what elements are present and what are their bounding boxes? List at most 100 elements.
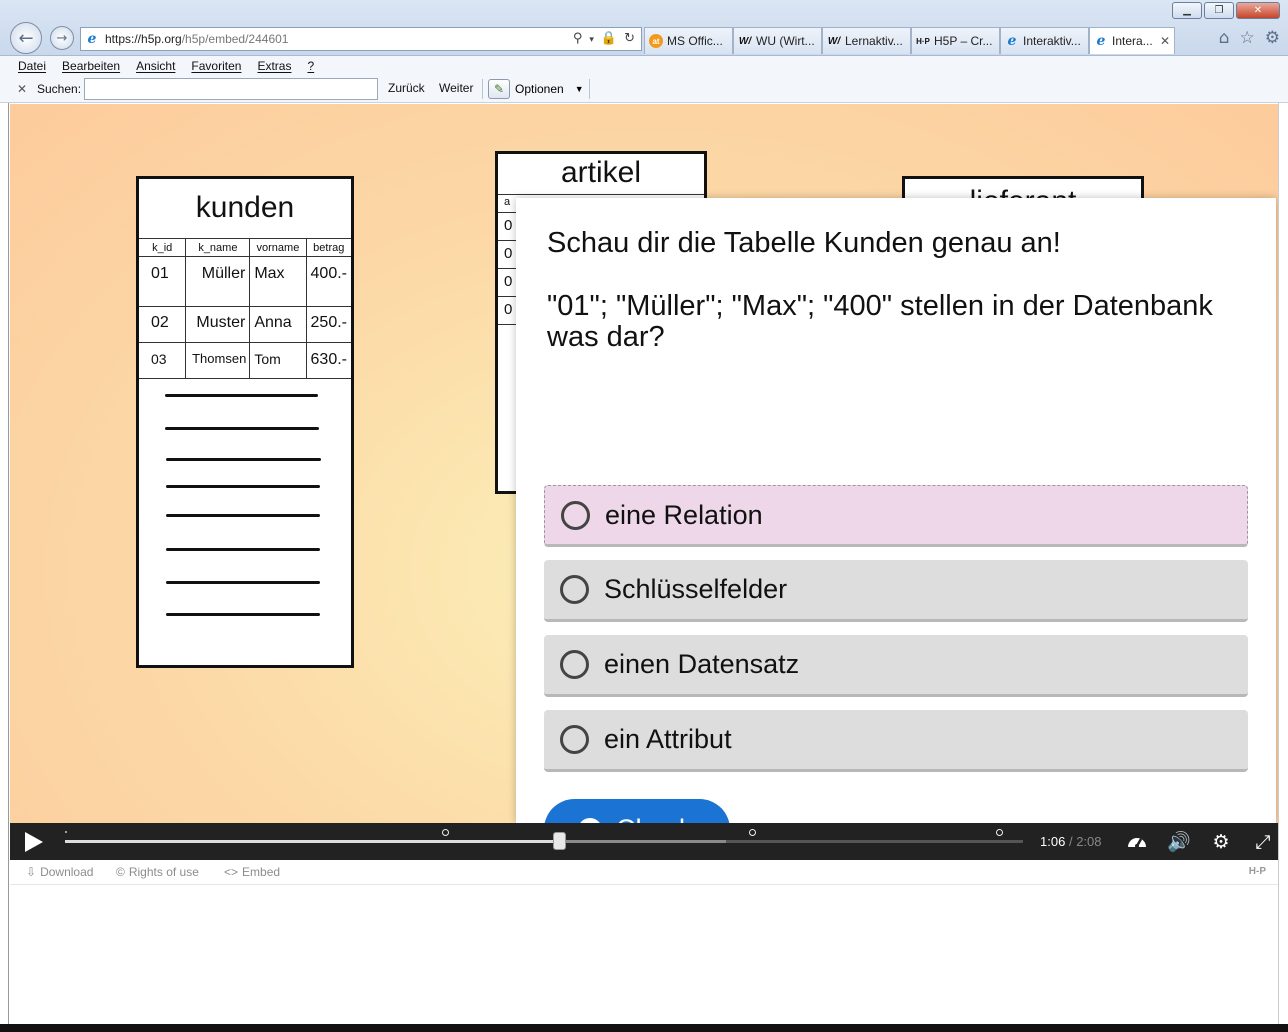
window-controls: ▁ ❐ ✕ (1172, 2, 1280, 19)
forward-button[interactable]: → (50, 26, 74, 50)
wu-icon: W/ (827, 35, 841, 47)
page-left-edge (0, 103, 9, 1032)
seek-handle[interactable] (553, 832, 567, 850)
answer-option[interactable]: eine Relation (544, 485, 1248, 547)
divider (589, 79, 590, 99)
download-icon: ⇩ (26, 865, 37, 879)
table-cell: 03 (139, 342, 187, 379)
current-time: 1:06 (1040, 834, 1066, 849)
radio-icon (560, 725, 589, 754)
home-icon[interactable]: ⌂ (1219, 28, 1230, 48)
question-line: Schau dir die Tabelle Kunden genau an! (547, 227, 1061, 259)
duration: 2:08 (1076, 834, 1102, 849)
refresh-icon[interactable]: ↻ (624, 31, 635, 49)
table-row: 01 Müller Max 400.- (139, 256, 351, 307)
divider (482, 79, 483, 99)
find-options-button[interactable]: ✎ Optionen ▼ (488, 78, 584, 100)
interaction-marker[interactable] (996, 829, 1003, 836)
fullscreen-icon[interactable]: ⤢ (1252, 831, 1274, 853)
tab-active[interactable]: e Intera... ✕ (1089, 27, 1175, 54)
code-icon: <> (224, 865, 239, 879)
table-cell: 630.- (306, 342, 351, 379)
find-input[interactable] (84, 78, 378, 100)
menu-extras[interactable]: Extras (257, 59, 291, 73)
browser-toolbar-icons: ⌂ ☆ ⚙ (1219, 28, 1280, 48)
menu-favoriten[interactable]: Favoriten (191, 59, 241, 73)
interaction-marker[interactable] (65, 831, 67, 833)
download-link[interactable]: ⇩ Download (26, 865, 93, 879)
menu-bar: Datei Bearbeiten Ansicht Favoriten Extra… (0, 56, 1288, 76)
interaction-marker[interactable] (442, 829, 449, 836)
embed-link[interactable]: <> Embed (224, 865, 280, 879)
artikel-title: artikel (560, 156, 642, 189)
check-button[interactable]: Check (544, 799, 730, 823)
rights-of-use-link[interactable]: © Rights of use (116, 865, 199, 879)
table-cell: Max (249, 256, 307, 307)
column-header: betrag (306, 238, 351, 257)
table-cell: Muster (185, 306, 251, 343)
browser-titlebar: ▁ ❐ ✕ ← → e https://h5p.org/h5p/embed/24… (0, 0, 1288, 56)
ie-icon: e (1007, 33, 1017, 49)
seek-bar[interactable] (65, 829, 1023, 850)
column-header: vorname (249, 238, 307, 257)
search-icon[interactable]: ⚲ (573, 31, 583, 49)
playback-speed-icon[interactable] (1126, 831, 1148, 853)
radio-icon (560, 650, 589, 679)
tab-lernaktiv[interactable]: W/Lernaktiv... (822, 27, 911, 54)
ie-icon: e (87, 31, 97, 47)
answer-option[interactable]: einen Datensatz (544, 635, 1248, 697)
dropdown-icon[interactable]: ▾ (589, 31, 594, 49)
menu-datei[interactable]: Datei (18, 59, 46, 73)
interaction-marker[interactable] (749, 829, 756, 836)
placeholder-line (166, 581, 320, 584)
menu-help[interactable]: ? (307, 59, 314, 73)
dropdown-icon: ▼ (574, 84, 584, 94)
star-icon[interactable]: ☆ (1240, 28, 1255, 48)
h5p-footer: ⇩ Download © Rights of use <> Embed H-P (10, 860, 1278, 885)
tab-wu[interactable]: W/WU (Wirt... (733, 27, 822, 54)
find-previous-button[interactable]: Zurück (388, 81, 425, 95)
close-tab-icon[interactable]: ✕ (1160, 34, 1170, 48)
video-controls: 1:06 / 2:08 🔊 ⚙ ⤢ (10, 823, 1278, 860)
tab-ms-office[interactable]: at MS Offic... (644, 27, 733, 54)
placeholder-line (165, 394, 318, 397)
kunden-table-card: kunden k_id k_name vorname betrag 01 Mül… (136, 176, 354, 668)
tab-h5p[interactable]: H·P H5P – Cr... (911, 27, 1000, 54)
gear-icon[interactable]: ⚙ (1265, 28, 1280, 48)
find-label: Suchen: (37, 82, 82, 96)
volume-icon[interactable]: 🔊 (1167, 831, 1191, 853)
minimize-button[interactable]: ▁ (1172, 2, 1202, 19)
restore-button[interactable]: ❐ (1204, 2, 1234, 19)
address-bar-icons: ⚲ ▾ 🔒 ↻ (573, 31, 635, 49)
settings-gear-icon[interactable]: ⚙ (1210, 831, 1232, 853)
find-bar: ✕ Suchen: Zurück Weiter ✎ Optionen ▼ (0, 76, 1288, 103)
tab-strip: at MS Offic... W/WU (Wirt... W/Lernaktiv.… (644, 27, 1175, 54)
find-next-button[interactable]: Weiter (439, 81, 473, 95)
close-window-button[interactable]: ✕ (1236, 2, 1280, 19)
tab-interaktiv[interactable]: e Interaktiv... (1000, 27, 1089, 54)
column-header: k_name (185, 238, 251, 257)
page-scrollbar[interactable] (1278, 103, 1288, 1032)
table-cell: Tom (249, 342, 307, 379)
time-separator: / (1068, 834, 1073, 849)
wu-icon: W/ (738, 35, 752, 47)
placeholder-line (166, 613, 320, 616)
play-icon[interactable] (25, 832, 43, 852)
taskbar-edge (0, 1024, 1288, 1032)
url-text: https://h5p.org/h5p/embed/244601 (105, 32, 289, 46)
menu-ansicht[interactable]: Ansicht (136, 59, 175, 73)
question-panel: Schau dir die Tabelle Kunden genau an! "… (516, 198, 1276, 823)
back-button[interactable]: ← (10, 22, 42, 54)
ie-icon: e (1096, 33, 1106, 49)
menu-bearbeiten[interactable]: Bearbeiten (62, 59, 120, 73)
address-bar[interactable]: e https://h5p.org/h5p/embed/244601 ⚲ ▾ 🔒… (80, 27, 642, 51)
answer-option[interactable]: Schlüsselfelder (544, 560, 1248, 622)
close-icon[interactable]: ✕ (17, 82, 27, 96)
placeholder-line (166, 548, 320, 551)
table-row: 02 Muster Anna 250.- (139, 306, 351, 343)
question-text: Schau dir die Tabelle Kunden genau an! "… (547, 228, 1237, 353)
table-cell: Thomsen (185, 342, 251, 379)
answer-option[interactable]: ein Attribut (544, 710, 1248, 772)
h5p-icon: H·P (916, 36, 930, 46)
lock-icon[interactable]: 🔒 (601, 31, 617, 49)
